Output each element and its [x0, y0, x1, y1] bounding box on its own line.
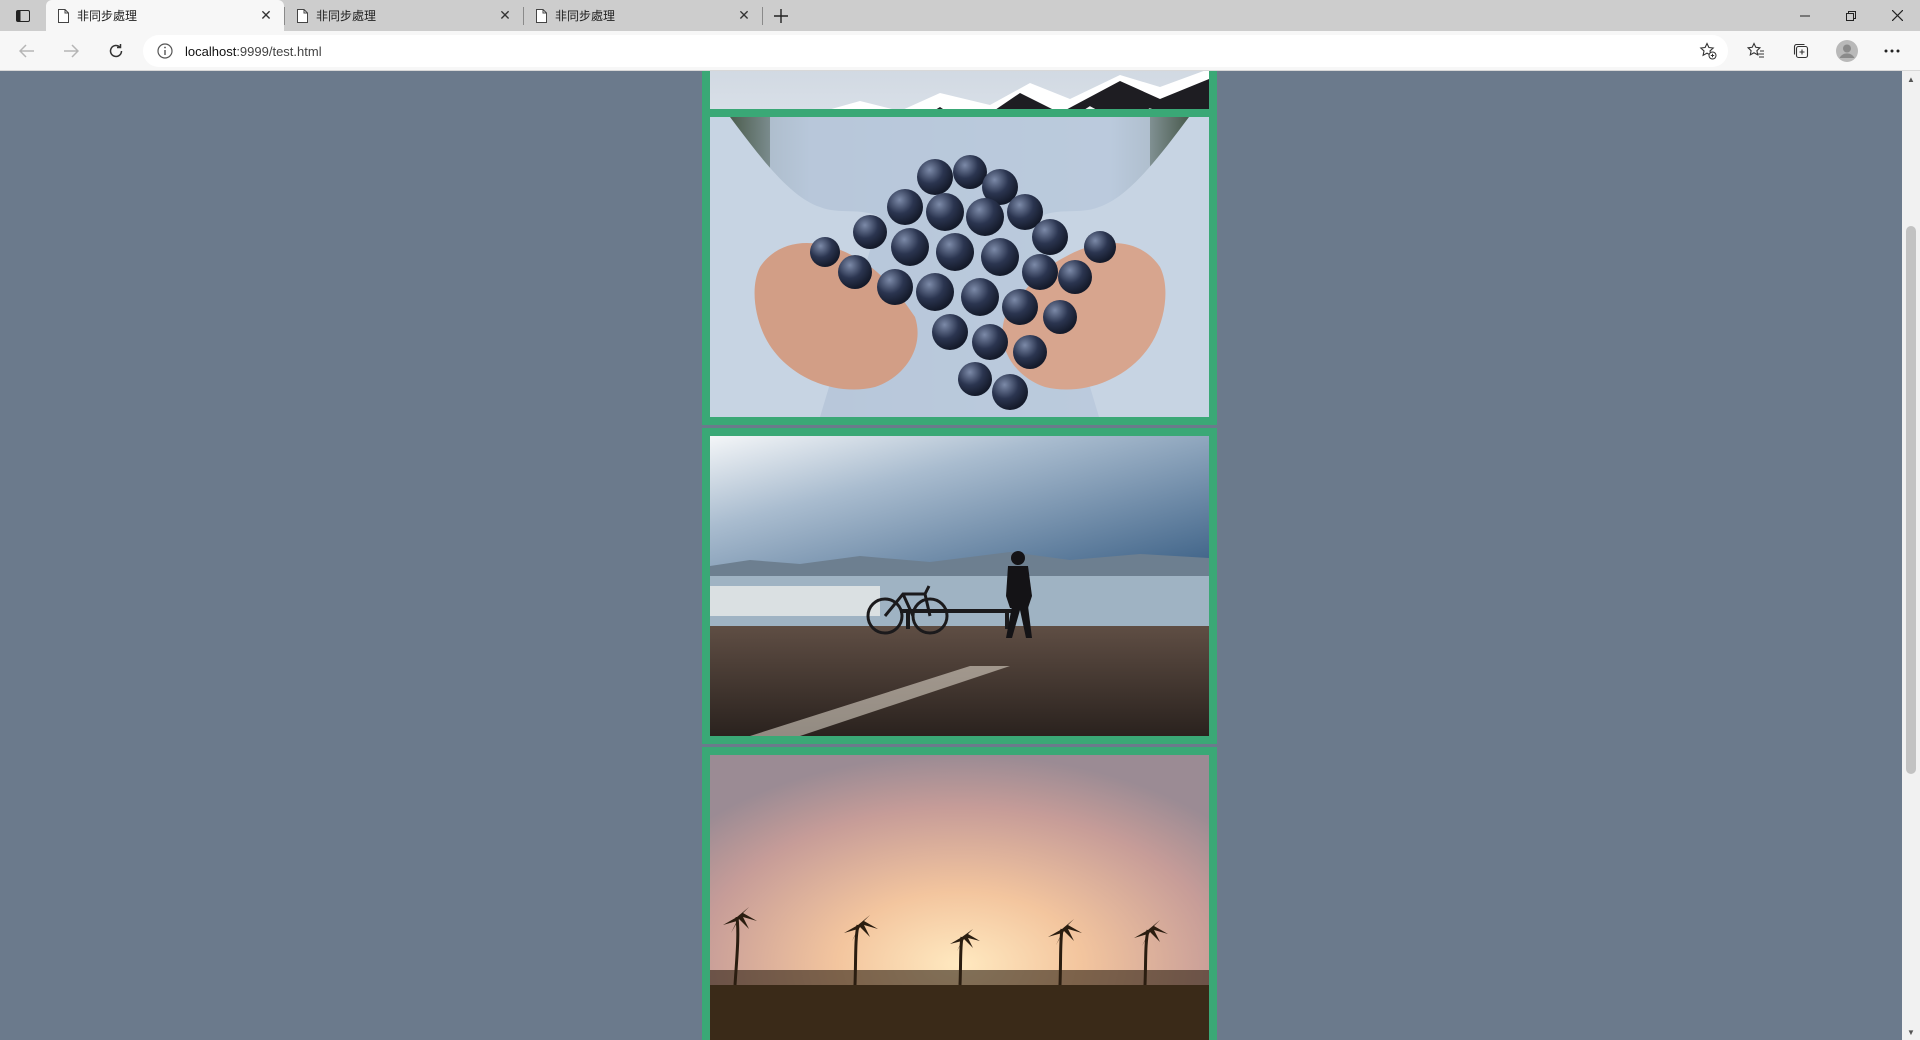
more-icon: [1884, 49, 1900, 53]
image-frame: [702, 747, 1217, 1040]
close-icon[interactable]: ✕: [258, 7, 274, 24]
browser-toolbar: localhost:9999/test.html: [0, 31, 1920, 71]
address-bar[interactable]: localhost:9999/test.html: [143, 35, 1728, 67]
image-frame: [702, 109, 1217, 425]
gallery-image[interactable]: [710, 436, 1209, 736]
close-icon: [1891, 10, 1903, 21]
reload-button[interactable]: [101, 36, 131, 66]
tab-title: 非同步處理: [77, 9, 138, 23]
reload-icon: [109, 44, 123, 58]
close-icon[interactable]: ✕: [736, 7, 752, 24]
plus-icon: [774, 8, 788, 23]
sunset-image: [710, 755, 1209, 1040]
collections-icon: [1793, 43, 1809, 59]
menu-button[interactable]: [1877, 36, 1907, 66]
back-arrow-icon: [19, 44, 34, 58]
tab-3[interactable]: 非同步處理 ✕: [524, 0, 762, 31]
url-host: localhost: [185, 43, 237, 59]
gallery-image[interactable]: [710, 117, 1209, 417]
restore-icon: [1846, 10, 1856, 21]
minimize-icon: [1800, 15, 1810, 16]
page-viewport: [0, 71, 1902, 1040]
image-frame: [702, 428, 1217, 744]
url-text[interactable]: localhost:9999/test.html: [185, 44, 322, 59]
page-icon: [536, 8, 547, 23]
scroll-up-icon[interactable]: ▲: [1906, 74, 1916, 84]
page-icon: [297, 8, 308, 23]
forward-button[interactable]: [56, 36, 86, 66]
tab-strip: 非同步處理 ✕ 非同步處理 ✕ 非同步處理 ✕: [0, 0, 1920, 31]
add-favorite-button[interactable]: [1698, 41, 1718, 61]
tab-actions-button[interactable]: [0, 0, 46, 31]
seaside-image: [710, 436, 1209, 736]
window-close-button[interactable]: [1874, 0, 1920, 31]
forward-arrow-icon: [64, 44, 79, 58]
new-tab-button[interactable]: [763, 0, 799, 31]
tab-actions-icon: [16, 9, 30, 22]
tab-title: 非同步處理: [555, 9, 616, 23]
avatar-icon: [1836, 40, 1858, 62]
profile-button[interactable]: [1832, 36, 1862, 66]
page-icon: [58, 8, 69, 23]
info-icon: [157, 43, 173, 59]
grapes-image: [710, 117, 1209, 417]
vertical-scrollbar[interactable]: ▲ ▼: [1902, 71, 1920, 1040]
star-plus-icon: [1699, 42, 1717, 60]
restore-button[interactable]: [1828, 0, 1874, 31]
tab-2[interactable]: 非同步處理 ✕: [285, 0, 523, 31]
minimize-button[interactable]: [1782, 0, 1828, 31]
url-path: :9999/test.html: [236, 43, 322, 59]
gallery-image[interactable]: [710, 755, 1209, 1040]
scroll-down-icon[interactable]: ▼: [1906, 1027, 1916, 1037]
back-button[interactable]: [12, 36, 42, 66]
tab-1[interactable]: 非同步處理 ✕: [46, 0, 284, 31]
tab-title: 非同步處理: [316, 9, 377, 23]
close-icon[interactable]: ✕: [497, 7, 513, 24]
scrollbar-thumb[interactable]: [1906, 226, 1916, 774]
favorites-button[interactable]: [1741, 36, 1771, 66]
window-controls: [1782, 0, 1920, 31]
favorites-icon: [1747, 42, 1764, 58]
collections-button[interactable]: [1786, 36, 1816, 66]
